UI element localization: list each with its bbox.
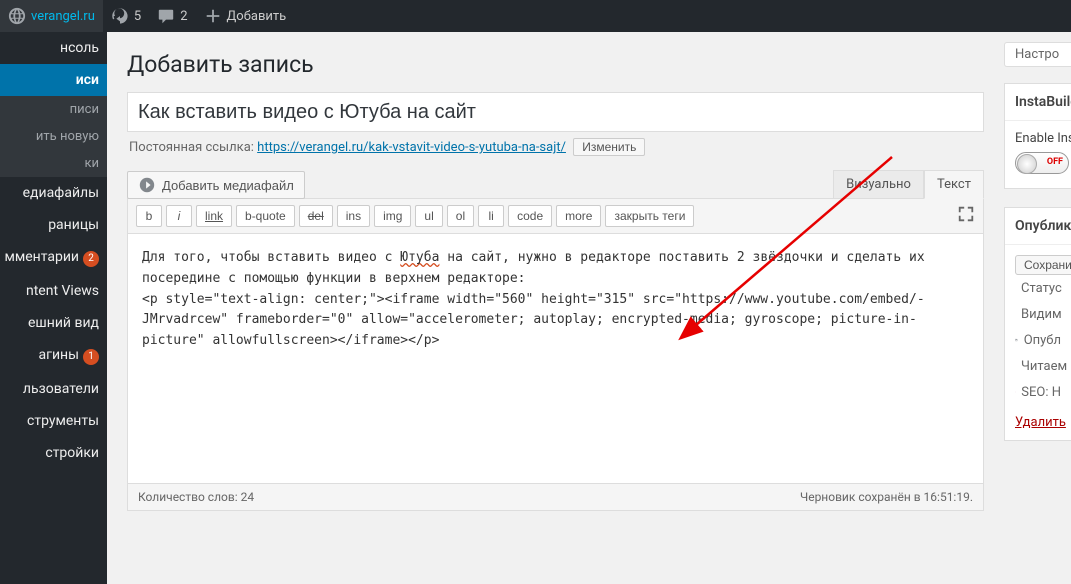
site-link[interactable]: verangel.ru <box>0 0 103 32</box>
sidebar-item-console[interactable]: нсоль <box>0 32 107 64</box>
delete-post-link[interactable]: Удалить <box>1015 415 1066 430</box>
qt-ins[interactable]: ins <box>337 205 370 227</box>
add-new-link[interactable]: Добавить <box>196 0 295 32</box>
qt-img[interactable]: img <box>374 205 411 227</box>
qt-закрыть-теги[interactable]: закрыть теги <box>605 205 694 227</box>
badge-count: 1 <box>83 349 99 365</box>
qt-link[interactable]: link <box>196 205 232 227</box>
qt-more[interactable]: more <box>556 205 601 227</box>
editor-textarea[interactable]: Для того, чтобы вставить видео с Ютуба н… <box>127 234 984 484</box>
sidebar-item-users[interactable]: льзователи <box>0 373 107 405</box>
permalink-row: Постоянная ссылка: https://verangel.ru/k… <box>127 136 984 170</box>
tab-text[interactable]: Текст <box>924 170 984 199</box>
autosave-status: Черновик сохранён в 16:51:19. <box>800 490 973 504</box>
qt-ol[interactable]: ol <box>447 205 474 227</box>
updates-count: 5 <box>134 9 141 24</box>
qt-i[interactable]: i <box>166 205 192 227</box>
sidebar-item-pages[interactable]: раницы <box>0 209 107 241</box>
save-draft-button[interactable]: Сохранит <box>1015 255 1071 275</box>
admin-sidebar: нсольисиписиить новуюкиедиафайлыраницымм… <box>0 32 107 584</box>
qt-ul[interactable]: ul <box>415 205 442 227</box>
qt-code[interactable]: code <box>508 205 552 227</box>
add-media-button[interactable]: Добавить медиафайл <box>127 171 305 199</box>
comment-count: 2 <box>180 9 187 24</box>
admin-toolbar: verangel.ru 5 2 Добавить <box>0 0 1071 32</box>
seo-row: SEO: Н <box>1015 379 1061 405</box>
calendar-icon <box>1015 332 1018 348</box>
sidebar-item-settings[interactable]: стройки <box>0 437 107 469</box>
add-media-label: Добавить медиафайл <box>162 178 294 193</box>
sidebar-item-comments[interactable]: мментарии2 <box>0 241 107 275</box>
instabuilder-enable-label: Enable Ins <box>1015 131 1061 146</box>
sidebar-right: Настро InstaBuild Enable Ins OFF Опублик… <box>1004 32 1071 584</box>
metabox-instabuilder: InstaBuild Enable Ins OFF <box>1004 83 1071 189</box>
sidebar-item-content_views[interactable]: ntent Views <box>0 275 107 307</box>
sidebar-item-add_new[interactable]: ить новую <box>0 123 107 150</box>
page-title: Добавить запись <box>127 42 984 82</box>
readability-row: Читаем <box>1015 353 1061 379</box>
badge-count: 2 <box>83 251 99 267</box>
sidebar-item-appearance[interactable]: ешний вид <box>0 307 107 339</box>
post-title-input[interactable] <box>127 92 984 132</box>
metabox-publish: Опублико Сохранит Статус Видим Опубл Ч <box>1004 207 1071 441</box>
quicktags-toolbar: bilinkb-quotedelinsimgulollicodemoreзакр… <box>127 198 984 234</box>
editor-status-bar: Количество слов: 24 Черновик сохранён в … <box>127 484 984 511</box>
add-new-label: Добавить <box>227 9 287 24</box>
permalink-label: Постоянная ссылка: <box>129 140 254 155</box>
main-content: Добавить запись Постоянная ссылка: https… <box>107 32 1004 584</box>
sidebar-item-all_posts[interactable]: писи <box>0 96 107 123</box>
qt-del[interactable]: del <box>299 205 333 227</box>
site-name: verangel.ru <box>31 9 95 24</box>
publish-title: Опублико <box>1005 208 1071 245</box>
word-count-label: Количество слов: <box>138 490 238 504</box>
fullscreen-icon[interactable] <box>957 205 975 227</box>
sidebar-item-plugins[interactable]: агины1 <box>0 339 107 373</box>
schedule-row: Опубл <box>1015 327 1061 353</box>
tab-visual[interactable]: Визуально <box>833 170 924 199</box>
comments-link[interactable]: 2 <box>149 0 195 32</box>
word-count-value: 24 <box>241 490 255 504</box>
qt-b[interactable]: b <box>136 205 162 227</box>
sidebar-item-media[interactable]: едиафайлы <box>0 177 107 209</box>
instabuilder-title: InstaBuild <box>1005 84 1071 121</box>
permalink-url[interactable]: https://verangel.ru/kak-vstavit-video-s-… <box>257 140 566 155</box>
instabuilder-toggle[interactable]: OFF <box>1015 152 1069 174</box>
sidebar-item-tools[interactable]: струменты <box>0 405 107 437</box>
visibility-row: Видим <box>1015 301 1061 327</box>
sidebar-item-posts[interactable]: иси <box>0 64 107 96</box>
updates-link[interactable]: 5 <box>103 0 149 32</box>
status-row: Статус <box>1015 275 1061 301</box>
screen-options-button[interactable]: Настро <box>1004 42 1071 67</box>
sidebar-item-categories[interactable]: ки <box>0 150 107 177</box>
qt-b-quote[interactable]: b-quote <box>236 205 295 227</box>
permalink-edit-button[interactable]: Изменить <box>573 138 645 156</box>
qt-li[interactable]: li <box>478 205 504 227</box>
